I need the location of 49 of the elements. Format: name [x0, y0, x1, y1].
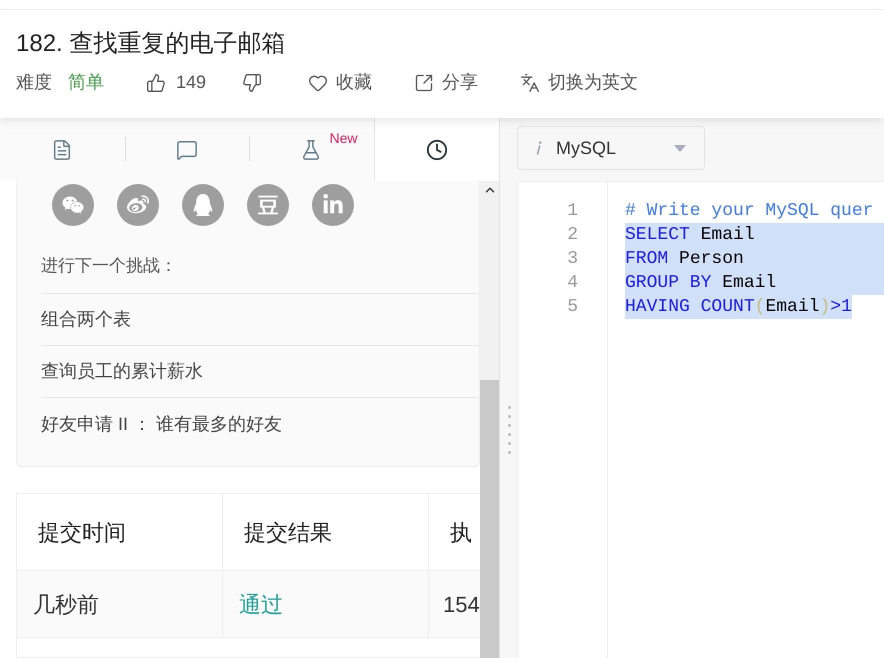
dropdown-caret-icon [674, 144, 686, 152]
share-circle-button[interactable] [247, 184, 289, 226]
share-button[interactable]: 分享 [414, 69, 478, 96]
like-button[interactable]: 149 [146, 69, 206, 96]
challenge-link[interactable]: 好友申请 II ： 谁有最多的好友 [41, 410, 282, 438]
share-circle-button[interactable] [182, 184, 224, 226]
code-line: # Write your MySQL quer [625, 200, 874, 223]
translate-button[interactable]: 切换为英文 [520, 69, 638, 96]
new-label: New [329, 129, 358, 148]
line-number: 3 [566, 248, 578, 271]
favorite-button[interactable]: 收藏 [308, 69, 372, 96]
line-number: 1 [566, 200, 578, 223]
challenge-link[interactable]: 组合两个表 [41, 306, 131, 333]
scrollbar[interactable] [480, 181, 499, 658]
comment-icon [176, 138, 198, 160]
problem-title: 182. 查找重复的电子邮箱 [16, 29, 286, 59]
clock-icon [426, 138, 448, 160]
penguin-icon [192, 194, 214, 216]
thumbs-up-icon [146, 72, 166, 92]
column-header: 提交时间 [38, 518, 126, 546]
share-circle-button[interactable] [117, 184, 159, 226]
thumbs-down-icon [242, 72, 262, 92]
scrollbar-thumb[interactable] [480, 380, 499, 658]
heart-icon [308, 72, 328, 92]
share-circle-button[interactable] [52, 184, 94, 226]
line-number: 4 [566, 272, 578, 295]
translate-icon [520, 72, 540, 92]
eye-swirl-icon [127, 194, 149, 216]
info-icon [536, 141, 542, 155]
line-number: 2 [566, 224, 578, 247]
table-cell-text: 几秒前 [33, 590, 99, 618]
chat-bubbles-icon [62, 194, 84, 216]
dislike-button[interactable] [242, 72, 262, 92]
difficulty-value: 简单 [68, 71, 104, 94]
column-header: 提交结果 [244, 518, 332, 546]
resize-handle[interactable] [508, 406, 511, 454]
in-letters-icon [322, 194, 344, 216]
share-icon [414, 72, 434, 92]
table-cell-text: 154 [443, 590, 480, 618]
challenge-link[interactable]: 查询员工的累计薪水 [41, 358, 203, 385]
next-challenge-heading: 进行下一个挑战： [41, 246, 479, 294]
language-select[interactable]: MySQL [517, 126, 705, 170]
code-editor[interactable]: 1 2 3 4 5 # Write your MySQL quer SELECT Email FROM Person GROUP BY Email HAVING COUNT(Email)>1 [517, 181, 884, 658]
share-circle-button[interactable] [312, 184, 354, 226]
line-number: 5 [566, 296, 578, 319]
status-text: 通过 [239, 590, 283, 618]
difficulty-label: 难度 [16, 71, 52, 94]
glyph-icon [258, 195, 278, 215]
column-header: 执 [450, 518, 472, 546]
